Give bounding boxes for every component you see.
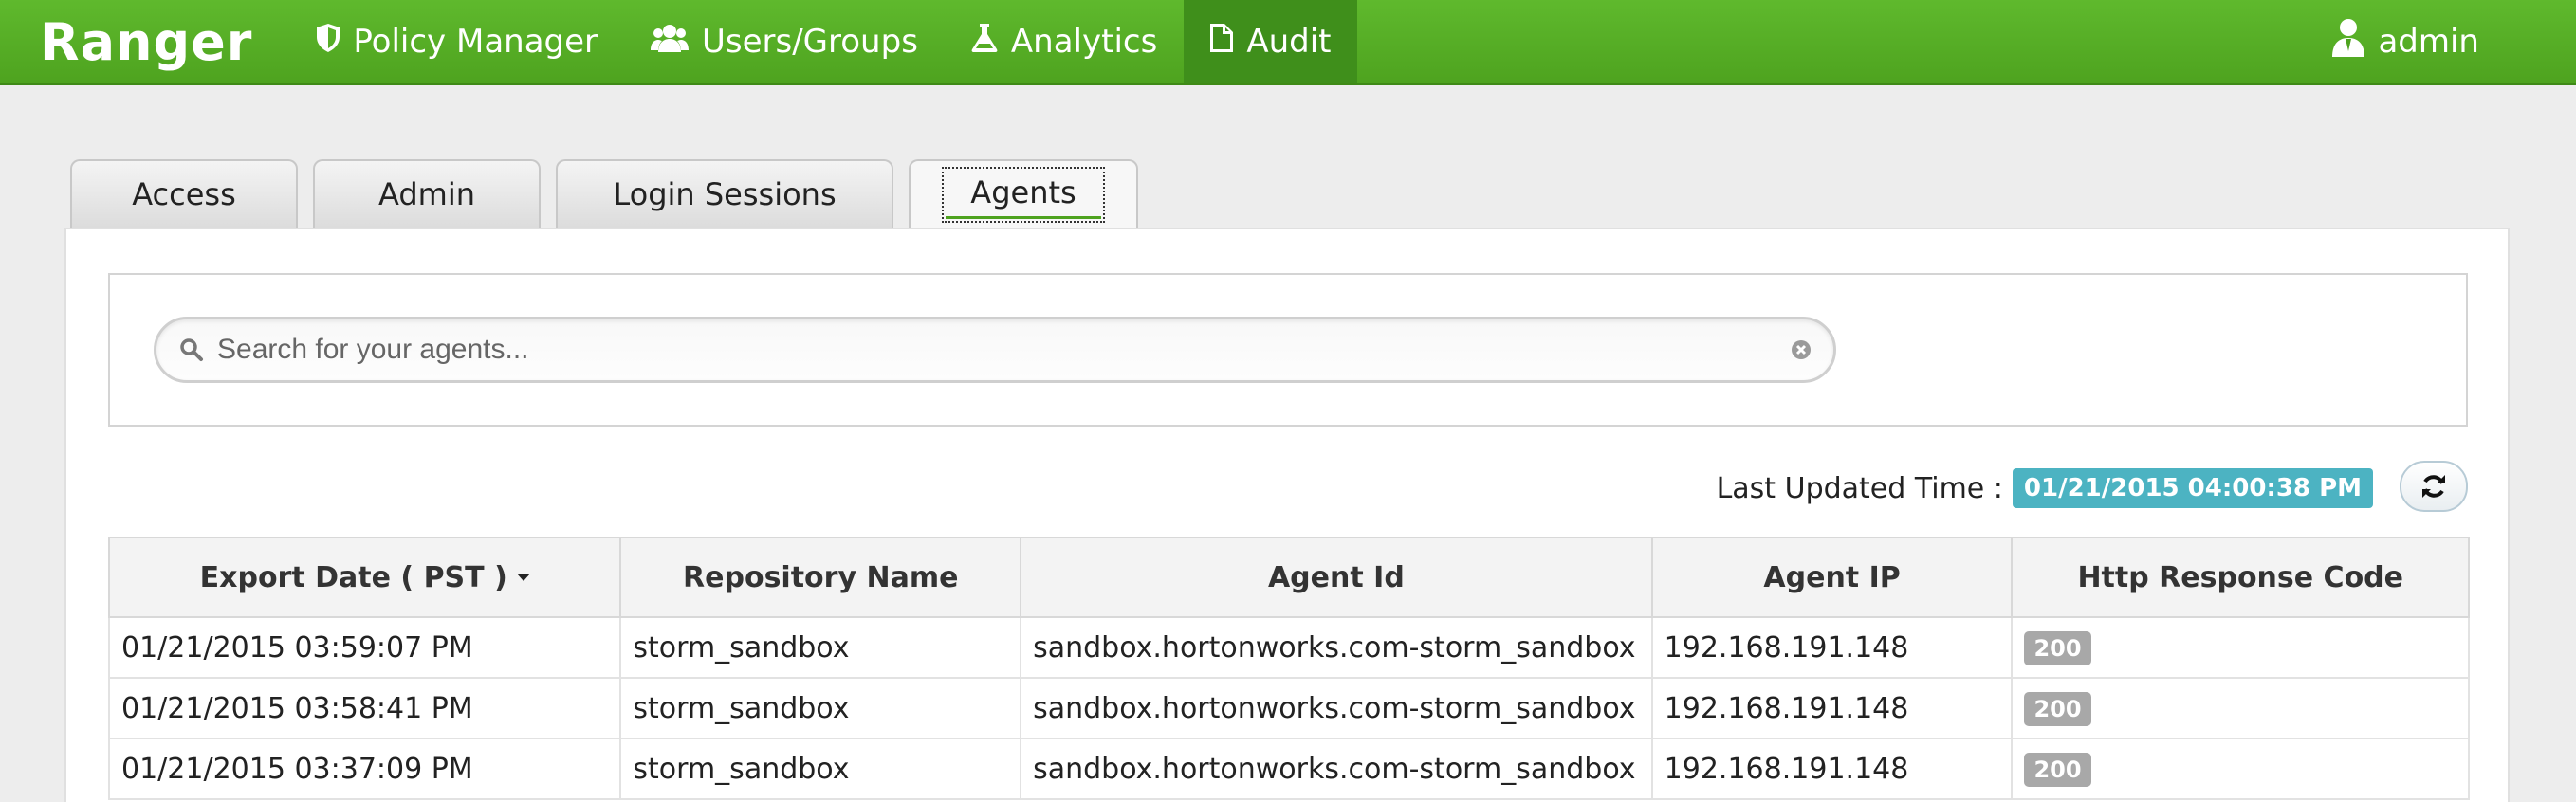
column-header-export-date[interactable]: Export Date ( PST ) [107,537,622,618]
cell-agent-ip: 192.168.191.148 [1650,616,2014,679]
table-header-row: Export Date ( PST ) Repository Name Agen… [107,537,2470,618]
tab-label: Access [132,176,236,212]
top-navbar: Ranger Policy Manager Users/Groups Analy… [0,0,2576,85]
table-row: 01/21/2015 03:58:41 PM storm_sandbox san… [107,677,2470,739]
cell-http-response-code: 200 [2011,616,2470,679]
tab-access[interactable]: Access [70,159,298,228]
user-icon [2332,18,2365,65]
column-header-http-response-code: Http Response Code [2011,537,2470,618]
response-code-badge: 200 [2024,691,2091,726]
search-icon [180,338,203,361]
table-row: 01/21/2015 03:37:09 PM storm_sandbox san… [107,738,2470,800]
refresh-button[interactable] [2400,461,2468,512]
agents-table: Export Date ( PST ) Repository Name Agen… [107,537,2470,800]
search-container [108,273,2468,427]
response-code-badge: 200 [2024,752,2091,787]
brand-logo[interactable]: Ranger [0,0,290,83]
last-updated: Last Updated Time : 01/21/2015 04:00:38 … [1717,468,2373,508]
cell-http-response-code: 200 [2011,677,2470,739]
tab-label: Admin [378,176,475,212]
last-updated-label: Last Updated Time : [1716,471,2003,505]
flask-icon [971,23,998,61]
nav-label: Audit [1246,23,1332,61]
nav-analytics[interactable]: Analytics [945,0,1184,83]
clear-icon[interactable] [1790,338,1812,361]
refresh-icon [2422,475,2445,498]
cell-repository-name: storm_sandbox [619,677,1022,739]
file-icon [1210,23,1234,61]
tab-agents[interactable]: Agents [909,159,1138,228]
column-header-repository-name: Repository Name [619,537,1022,618]
nav-users-groups[interactable]: Users/Groups [624,0,945,83]
cell-http-response-code: 200 [2011,738,2470,800]
response-code-badge: 200 [2024,630,2091,665]
search-field[interactable] [154,317,1836,383]
search-input[interactable] [217,334,1790,366]
cell-agent-ip: 192.168.191.148 [1650,738,2014,800]
cell-agent-id: sandbox.hortonworks.com-storm_sandbox [1020,677,1653,739]
cell-export-date: 01/21/2015 03:58:41 PM [107,677,622,739]
user-menu[interactable]: admin [2306,0,2576,83]
cell-agent-id: sandbox.hortonworks.com-storm_sandbox [1020,616,1653,679]
tab-label: Agents [942,166,1105,223]
nav-label: Analytics [1010,23,1158,61]
cell-export-date: 01/21/2015 03:37:09 PM [107,738,622,800]
nav-label: Policy Manager [353,23,598,61]
cell-export-date: 01/21/2015 03:59:07 PM [107,616,622,679]
cell-agent-ip: 192.168.191.148 [1650,677,2014,739]
last-updated-time-badge: 01/21/2015 04:00:38 PM [2012,468,2373,508]
agents-panel: Last Updated Time : 01/21/2015 04:00:38 … [64,228,2510,802]
cell-repository-name: storm_sandbox [619,616,1022,679]
nav-policy-manager[interactable]: Policy Manager [290,0,624,83]
shield-icon [317,23,340,61]
column-header-agent-id: Agent Id [1020,537,1653,618]
users-icon [651,23,690,61]
column-header-agent-ip: Agent IP [1650,537,2014,618]
nav-audit[interactable]: Audit [1184,0,1358,83]
user-name: admin [2378,23,2479,61]
sort-caret-icon [516,573,530,581]
cell-agent-id: sandbox.hortonworks.com-storm_sandbox [1020,738,1653,800]
nav-label: Users/Groups [702,23,918,61]
tab-admin[interactable]: Admin [313,159,541,228]
tab-label: Login Sessions [613,176,837,212]
tab-login-sessions[interactable]: Login Sessions [556,159,893,228]
table-row: 01/21/2015 03:59:07 PM storm_sandbox san… [107,616,2470,679]
cell-repository-name: storm_sandbox [619,738,1022,800]
